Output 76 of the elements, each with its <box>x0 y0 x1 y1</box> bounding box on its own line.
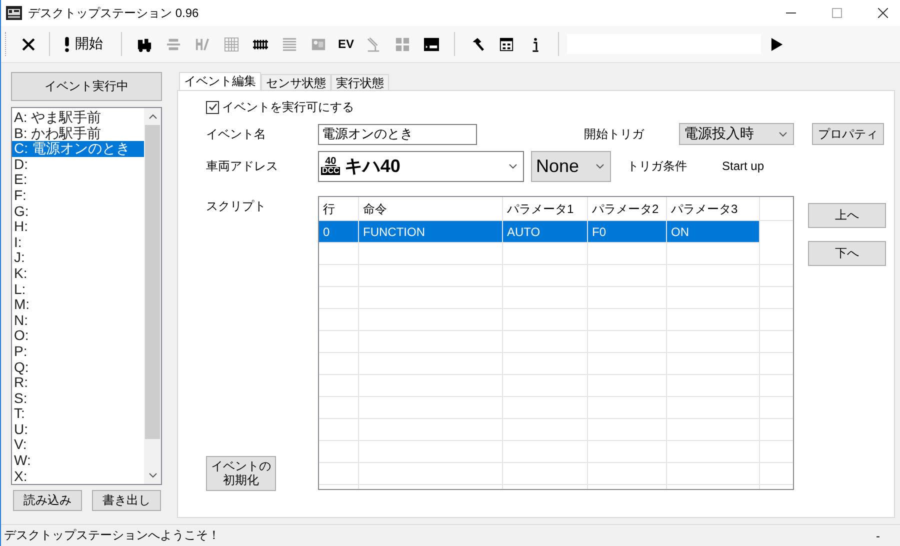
event-list-item[interactable]: K: <box>12 266 144 282</box>
event-list-item[interactable]: I: <box>12 234 144 250</box>
com-port-icon[interactable] <box>424 36 440 52</box>
table-cell: F0 <box>588 221 667 242</box>
condition-dropdown[interactable]: None <box>531 150 611 182</box>
trigger-condition-value: Start up <box>722 159 764 173</box>
event-list-item[interactable]: W: <box>12 453 144 469</box>
dcc-badge: 40 DCC <box>321 157 340 175</box>
checkmark-icon <box>208 102 218 112</box>
close-icon[interactable] <box>878 8 888 18</box>
event-list-item[interactable]: B: かわ駅手前 <box>12 126 144 142</box>
column-header: パラメータ3 <box>667 197 760 220</box>
event-list-item[interactable]: O: <box>12 328 144 344</box>
table-cell: 0 <box>319 221 359 242</box>
locomotive-icon[interactable] <box>137 36 152 52</box>
field-label: スクリプト <box>206 198 267 215</box>
move-down-button[interactable]: 下へ <box>808 241 886 266</box>
app-icon <box>6 6 22 20</box>
file-button[interactable]: 書き出し <box>92 490 161 511</box>
event-list-item[interactable]: J: <box>12 250 144 266</box>
event-list-item[interactable]: R: <box>12 375 144 391</box>
column-header: 命令 <box>359 197 503 220</box>
scrollbar[interactable] <box>144 108 161 484</box>
exclamation-icon <box>64 36 70 52</box>
hammer-icon[interactable] <box>470 36 486 52</box>
chevron-down-icon <box>596 164 604 168</box>
event-button[interactable]: EV <box>338 37 354 51</box>
event-list-item[interactable]: N: <box>12 312 144 328</box>
scroll-down-icon[interactable] <box>148 473 156 478</box>
table-cell: FUNCTION <box>359 221 503 242</box>
table-row[interactable]: 0 FUNCTION AUTO F0 ON <box>319 221 760 243</box>
column-header: 行 <box>319 197 359 220</box>
chevron-down-icon <box>509 164 517 168</box>
reset-event-button[interactable]: イベントの初期化 <box>206 456 276 491</box>
event-list-item[interactable]: S: <box>12 390 144 406</box>
column-header: パラメータ2 <box>588 197 667 220</box>
field-label: 開始トリガ <box>584 126 646 142</box>
tab[interactable]: センサ状態 <box>261 74 331 90</box>
file-button[interactable]: 読み込み <box>13 490 82 511</box>
start-button[interactable]: 開始 <box>58 35 113 53</box>
event-list-item[interactable]: G: <box>12 204 144 220</box>
tab[interactable]: イベント編集 <box>179 72 261 90</box>
event-list-item[interactable]: T: <box>12 406 144 422</box>
field-label: トリガ条件 <box>627 158 688 174</box>
play-icon[interactable] <box>771 38 784 50</box>
enable-checkbox[interactable]: イベントを実行可にする <box>206 99 886 115</box>
event-list-item[interactable]: M: <box>12 297 144 313</box>
field-label: イベント名 <box>206 126 267 142</box>
event-list-item[interactable]: P: <box>12 344 144 360</box>
status-message: デスクトップステーションへようこそ！ <box>4 527 220 544</box>
start-trigger-dropdown[interactable]: 電源投入時 <box>679 123 794 145</box>
event-name-field[interactable]: 電源オンのとき <box>318 124 477 144</box>
event-list-item[interactable]: V: <box>12 437 144 454</box>
event-list-item[interactable]: E: <box>12 172 144 188</box>
event-list-item[interactable]: A: やま駅手前 <box>12 110 144 126</box>
event-list-item[interactable]: D: <box>12 156 144 172</box>
event-running-button[interactable]: イベント実行中 <box>11 72 162 101</box>
event-list-item[interactable]: C: 電源オンのとき <box>12 141 144 157</box>
chevron-down-icon <box>779 132 787 136</box>
properties-button[interactable]: プロパティ <box>812 123 884 145</box>
event-list-item[interactable]: Q: <box>12 360 144 376</box>
column-header: パラメータ1 <box>503 197 588 220</box>
window-title: デスクトップステーション 0.96 <box>28 4 199 22</box>
tab[interactable]: 実行状態 <box>331 74 389 90</box>
event-list-item[interactable]: U: <box>12 422 144 438</box>
table-cell: ON <box>667 221 760 242</box>
event-list-item[interactable]: X: <box>12 468 144 484</box>
status-indicator: - <box>876 528 880 542</box>
field-label: 車両アドレス <box>206 158 279 174</box>
event-list-item[interactable]: L: <box>12 282 144 298</box>
table-cell: AUTO <box>503 221 588 242</box>
event-list-item[interactable]: F: <box>12 188 144 204</box>
window-icon[interactable] <box>499 36 514 52</box>
event-list-item[interactable]: H: <box>12 219 144 235</box>
scroll-up-icon[interactable] <box>148 114 156 119</box>
move-up-button[interactable]: 上へ <box>808 203 886 228</box>
